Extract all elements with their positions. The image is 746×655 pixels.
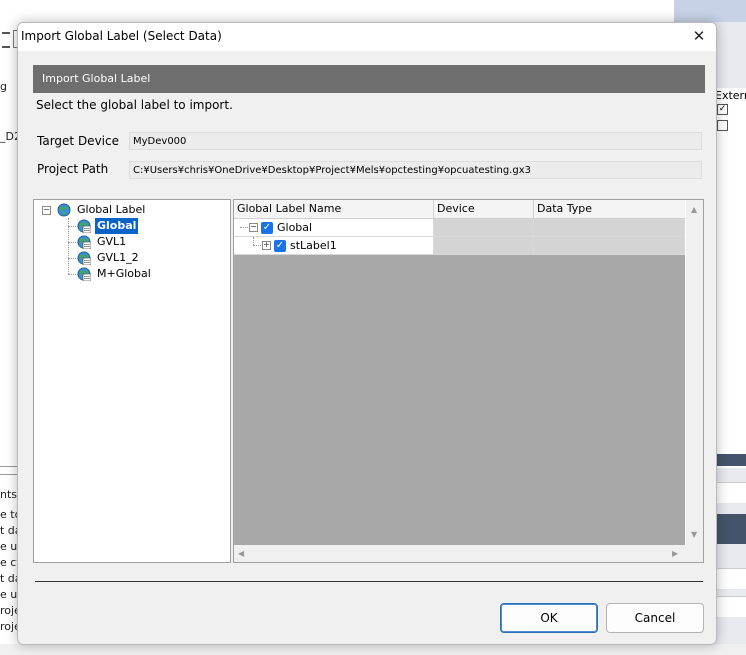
background-text: e to [0,508,18,521]
cell-device [434,237,534,255]
collapse-icon[interactable]: − [42,206,51,215]
tree-item-label: Global Label [77,203,146,216]
grid-body: Global Label Name Device Data Type − ✓ G… [234,200,685,545]
background-text: roje [0,620,18,633]
background-text: e up [0,540,18,553]
target-device-field: MyDev000 [129,132,702,150]
background-panel-bar [715,514,746,544]
tree-item-global[interactable]: Global [34,218,228,234]
cell-data-type [534,237,685,255]
global-label-tree[interactable]: − Global Label Global GVL1 GVL1_2 M+Glob… [33,199,231,563]
background-checkbox: ✓ [717,104,728,115]
globe-icon [57,203,71,217]
grid-header: Global Label Name Device Data Type [234,200,685,219]
background-column-label: Externa [715,89,746,102]
background-divider [0,466,18,467]
dialog-title: Import Global Label (Select Data) [21,29,222,43]
background-text: e up [0,588,18,601]
globe-icon [77,219,91,233]
scroll-down-icon[interactable]: ▼ [691,531,697,539]
background-field [715,482,746,503]
background-text: _D2 [0,130,18,143]
cell-device [434,219,534,237]
cell-data-type [534,219,685,237]
background-text: e cy [0,556,18,569]
collapse-icon[interactable]: − [249,223,258,232]
toolbar-icon [2,32,10,48]
tree-item-m-global[interactable]: M+Global [34,266,228,282]
background-checkbox [717,120,728,131]
background-text: g [0,80,7,93]
tree-item-label: Global [95,218,139,234]
check-icon[interactable]: ✓ [274,240,286,252]
background-text: t da [0,524,18,537]
label-selection-grid[interactable]: Global Label Name Device Data Type − ✓ G… [233,199,704,563]
banner-title: Import Global Label [42,72,151,85]
close-icon[interactable]: ✕ [682,23,716,51]
tree-item-label: M+Global [97,267,151,280]
cell-name: − ✓ Global [234,219,434,237]
project-path-label: Project Path [37,162,109,176]
project-path-field: C:¥Users¥chris¥OneDrive¥Desktop¥Project¥… [129,161,702,179]
import-global-label-dialog: Import Global Label (Select Data) ✕ Impo… [17,22,717,645]
column-header-device[interactable]: Device [434,200,534,218]
globe-icon [77,235,91,249]
background-text: nts [0,488,18,501]
globe-icon [77,267,91,281]
tree-item-label: GVL1 [97,235,127,248]
background-property-grid [715,88,746,468]
expand-icon[interactable]: + [262,241,271,250]
target-device-label: Target Device [37,134,119,148]
globe-icon [77,251,91,265]
background-panel-bar [715,454,746,466]
check-icon[interactable]: ✓ [261,222,273,234]
ok-button[interactable]: OK [500,603,598,633]
background-statusbar [0,644,746,655]
instruction-text: Select the global label to import. [36,98,233,112]
horizontal-scrollbar[interactable]: ◀ ▶ [234,545,703,562]
background-field [715,568,746,589]
tree-item-global-label[interactable]: − Global Label [34,202,228,218]
tree-item-gvl1[interactable]: GVL1 [34,234,228,250]
section-banner: Import Global Label [33,65,705,93]
background-text: roje [0,604,18,617]
table-row[interactable]: + ✓ stLabel1 [234,237,685,255]
background-field [715,596,746,617]
row-label: stLabel1 [290,239,337,252]
background-right-header [674,0,746,22]
scroll-left-icon[interactable]: ◀ [238,550,244,558]
column-header-name[interactable]: Global Label Name [234,200,434,218]
tree-connector [253,245,261,246]
tree-item-label: GVL1_2 [97,251,139,264]
tree-connector [253,237,254,245]
background-divider [0,474,18,475]
scroll-up-icon[interactable]: ▲ [691,206,697,214]
dialog-titlebar: Import Global Label (Select Data) ✕ [18,23,716,51]
tree-item-gvl1-2[interactable]: GVL1_2 [34,250,228,266]
table-row[interactable]: − ✓ Global [234,219,685,237]
scroll-right-icon[interactable]: ▶ [672,550,678,558]
vertical-scrollbar[interactable]: ▲ ▼ [686,200,703,545]
row-label: Global [277,221,313,234]
background-text: t da [0,572,18,585]
column-header-data-type[interactable]: Data Type [534,200,685,218]
dialog-separator [35,581,703,582]
cancel-button[interactable]: Cancel [606,603,704,633]
cell-name: + ✓ stLabel1 [234,237,434,255]
